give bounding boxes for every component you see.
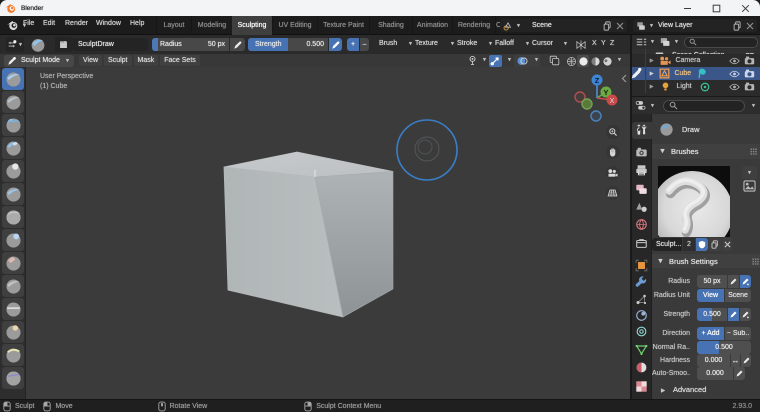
svg-text:Y: Y — [604, 90, 609, 97]
svg-text:Z: Z — [595, 78, 600, 85]
svg-text:X: X — [610, 98, 615, 105]
